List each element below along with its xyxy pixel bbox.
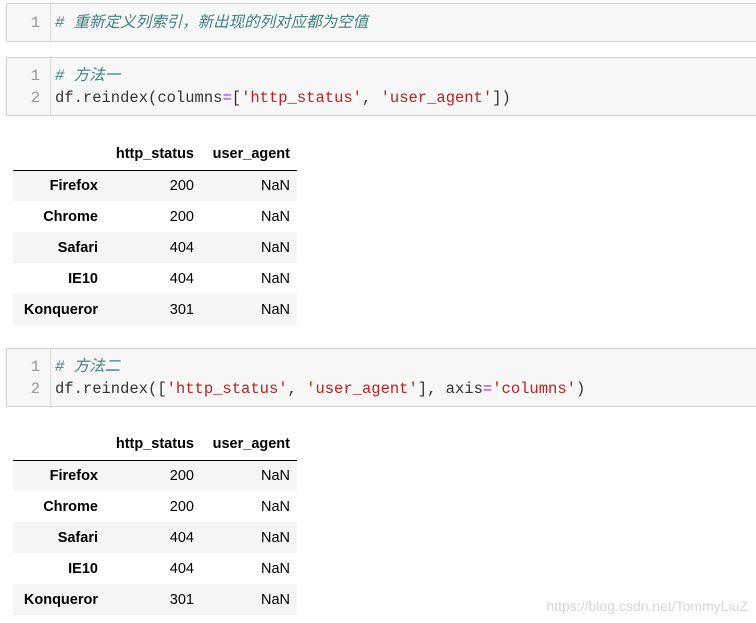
code-cell-1[interactable]: 1 # 重新定义列索引，新出现的列对应都为空值 xyxy=(6,3,756,42)
code-comment: # 方法一 xyxy=(55,67,121,85)
column-header-user-agent: user_agent xyxy=(201,429,297,461)
table-row: Chrome 200 NaN xyxy=(13,491,297,522)
code-string: 'columns' xyxy=(492,380,576,398)
code-string: 'user_agent' xyxy=(380,89,493,107)
row-index: Safari xyxy=(57,239,98,256)
code-operator: = xyxy=(482,380,493,398)
code-text: ], axis xyxy=(417,380,483,398)
row-index: Firefox xyxy=(49,177,98,194)
table-cell: 200 xyxy=(169,467,194,484)
code-operator: = xyxy=(222,89,232,107)
code-text: df.reindex(columns xyxy=(55,89,223,107)
table-cell: NaN xyxy=(260,301,290,318)
row-index: IE10 xyxy=(68,560,98,577)
table-row: IE10 404 NaN xyxy=(13,553,297,584)
column-header-http-status: http_status xyxy=(105,429,201,461)
code-text: [ xyxy=(231,89,242,107)
line-number: 2 xyxy=(30,380,40,398)
table-row: Chrome 200 NaN xyxy=(13,201,297,232)
code-text: , xyxy=(287,380,307,398)
code-string: 'http_status' xyxy=(241,89,362,107)
code-comment: # 重新定义列索引，新出现的列对应都为空值 xyxy=(55,14,369,32)
code-string: 'user_agent' xyxy=(306,380,418,398)
table-cell: 404 xyxy=(169,270,194,287)
table-cell: NaN xyxy=(260,529,290,546)
output-dataframe-2: http_status user_agent Firefox 200 NaN C… xyxy=(13,429,297,615)
table-cell: NaN xyxy=(260,498,290,515)
table-cell: 404 xyxy=(169,529,194,546)
row-index: Firefox xyxy=(49,467,98,484)
table-cell: 301 xyxy=(169,301,194,318)
code-comment: # 方法二 xyxy=(55,358,121,376)
code-text: , xyxy=(361,89,381,107)
table-cell: NaN xyxy=(260,239,290,256)
table-row: Safari 404 NaN xyxy=(13,522,297,553)
line-number: 2 xyxy=(30,89,40,107)
table-cell: 200 xyxy=(169,177,194,194)
table-cell: NaN xyxy=(260,270,290,287)
index-header xyxy=(13,139,105,171)
code-string: 'http_status' xyxy=(166,380,288,398)
row-index: Konqueror xyxy=(23,591,98,608)
table-row: IE10 404 NaN xyxy=(13,263,297,294)
output-dataframe-1: http_status user_agent Firefox 200 NaN C… xyxy=(13,139,297,325)
line-number: 1 xyxy=(30,358,40,376)
table-cell: 200 xyxy=(169,498,194,515)
table-cell: 404 xyxy=(169,560,194,577)
watermark: https://blog.csdn.net/TommyLiuZ xyxy=(546,598,748,614)
table-cell: NaN xyxy=(260,467,290,484)
column-header-http-status: http_status xyxy=(105,139,201,171)
table-header-row: http_status user_agent xyxy=(13,429,297,461)
table-row: Konqueror 301 NaN xyxy=(13,584,297,615)
code-cell-2[interactable]: 1 # 方法一 2 df.reindex(columns=['http_stat… xyxy=(6,57,756,116)
row-index: IE10 xyxy=(68,270,98,287)
code-line: df.reindex(columns=['http_status', 'user… xyxy=(55,87,511,109)
index-header xyxy=(13,429,105,461)
row-index: Chrome xyxy=(43,498,98,515)
code-text: ]) xyxy=(492,89,511,107)
code-line: df.reindex(['http_status', 'user_agent']… xyxy=(55,378,585,400)
code-cell-3[interactable]: 1 # 方法二 2 df.reindex(['http_status', 'us… xyxy=(6,348,756,407)
code-text: ) xyxy=(575,380,586,398)
table-cell: 200 xyxy=(169,208,194,225)
table-cell: NaN xyxy=(260,591,290,608)
table-row: Firefox 200 NaN xyxy=(13,170,297,201)
table-row: Konqueror 301 NaN xyxy=(13,294,297,325)
line-number: 1 xyxy=(30,67,40,85)
table-cell: 301 xyxy=(169,591,194,608)
table-cell: NaN xyxy=(260,208,290,225)
table-row: Firefox 200 NaN xyxy=(13,460,297,491)
row-index: Safari xyxy=(57,529,98,546)
column-header-user-agent: user_agent xyxy=(201,139,297,171)
table-cell: 404 xyxy=(169,239,194,256)
line-number: 1 xyxy=(30,14,40,32)
code-text: df.reindex([ xyxy=(55,380,167,398)
table-header-row: http_status user_agent xyxy=(13,139,297,171)
table-cell: NaN xyxy=(260,177,290,194)
row-index: Chrome xyxy=(43,208,98,225)
row-index: Konqueror xyxy=(23,301,98,318)
table-cell: NaN xyxy=(260,560,290,577)
table-row: Safari 404 NaN xyxy=(13,232,297,263)
